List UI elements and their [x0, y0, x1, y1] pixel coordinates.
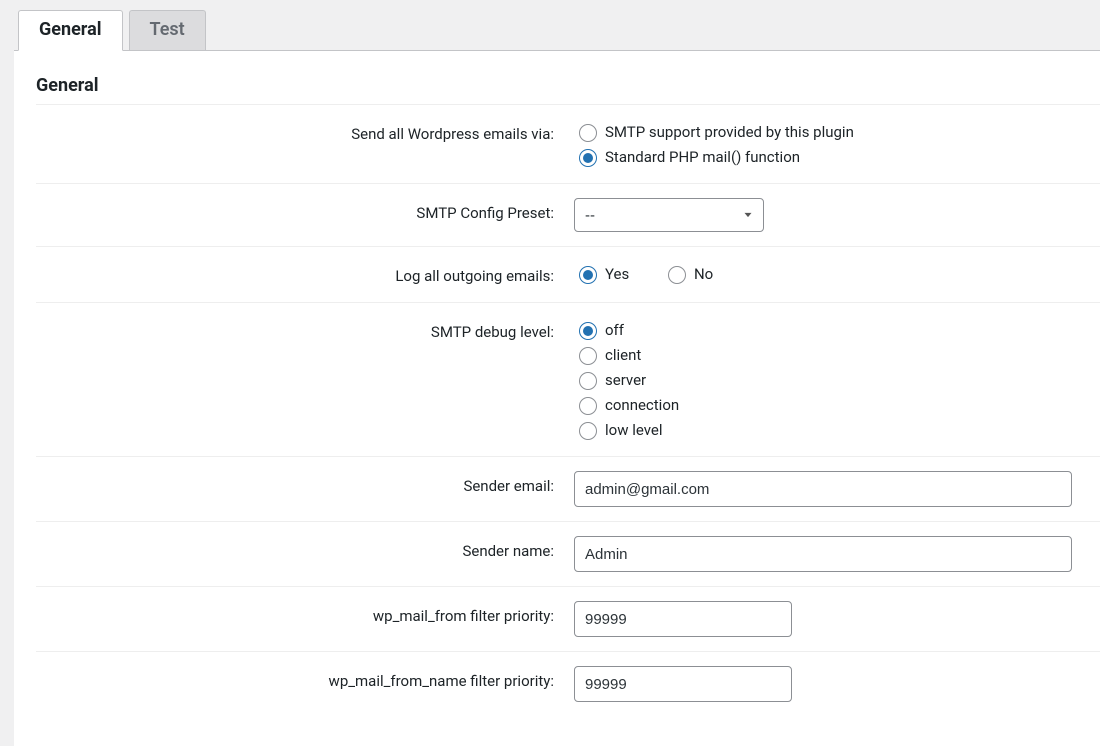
preset-field: -- — [574, 198, 1100, 232]
debug-radio-off[interactable] — [579, 322, 597, 340]
log-radio-yes[interactable] — [579, 266, 597, 284]
row-from-priority: wp_mail_from filter priority: — [36, 586, 1100, 651]
tab-general[interactable]: General — [18, 10, 123, 51]
preset-select[interactable]: -- — [574, 198, 764, 232]
row-sender-email: Sender email: — [36, 456, 1100, 521]
sender-email-input[interactable] — [574, 471, 1072, 507]
send-via-label: Send all Wordpress emails via: — [36, 119, 574, 143]
row-debug: SMTP debug level: off client server conn… — [36, 302, 1100, 456]
from-name-priority-field — [574, 666, 1100, 702]
send-via-radio-php[interactable] — [579, 149, 597, 167]
send-via-radio-smtp[interactable] — [579, 124, 597, 142]
debug-label: SMTP debug level: — [36, 317, 574, 341]
row-send-via: Send all Wordpress emails via: SMTP supp… — [36, 104, 1100, 183]
debug-radio-server[interactable] — [579, 372, 597, 390]
row-preset: SMTP Config Preset: -- — [36, 183, 1100, 246]
send-via-option-php[interactable]: Standard PHP mail() function — [574, 144, 1080, 169]
general-panel: General Send all Wordpress emails via: S… — [14, 50, 1100, 746]
preset-label: SMTP Config Preset: — [36, 198, 574, 222]
tabs: General Test — [18, 10, 1100, 50]
debug-text-server: server — [605, 371, 646, 389]
sender-name-input[interactable] — [574, 536, 1072, 572]
send-via-text-php: Standard PHP mail() function — [605, 148, 800, 166]
send-via-text-smtp: SMTP support provided by this plugin — [605, 123, 854, 141]
sender-email-field — [574, 471, 1100, 507]
log-text-yes: Yes — [605, 265, 629, 283]
row-sender-name: Sender name: — [36, 521, 1100, 586]
tab-test[interactable]: Test — [129, 10, 206, 50]
debug-text-connection: connection — [605, 396, 679, 414]
debug-option-server[interactable]: server — [574, 367, 1080, 392]
log-text-no: No — [694, 265, 713, 283]
debug-option-connection[interactable]: connection — [574, 392, 1080, 417]
log-option-no[interactable]: No — [663, 261, 713, 286]
send-via-field: SMTP support provided by this plugin Sta… — [574, 119, 1100, 169]
debug-text-lowlevel: low level — [605, 421, 662, 439]
row-log: Log all outgoing emails: Yes No — [36, 246, 1100, 302]
sender-name-field — [574, 536, 1100, 572]
debug-option-lowlevel[interactable]: low level — [574, 417, 1080, 442]
settings-page: General Test General Send all Wordpress … — [0, 0, 1100, 746]
debug-radio-client[interactable] — [579, 347, 597, 365]
from-priority-label: wp_mail_from filter priority: — [36, 601, 574, 625]
from-name-priority-input[interactable] — [574, 666, 792, 702]
tabs-container: General Test — [0, 0, 1100, 50]
log-option-yes[interactable]: Yes — [574, 261, 629, 286]
debug-text-off: off — [605, 321, 624, 339]
sender-email-label: Sender email: — [36, 471, 574, 495]
from-priority-input[interactable] — [574, 601, 792, 637]
debug-text-client: client — [605, 346, 641, 364]
debug-radio-connection[interactable] — [579, 397, 597, 415]
log-field: Yes No — [574, 261, 1100, 288]
from-priority-field — [574, 601, 1100, 637]
section-title: General — [14, 51, 1100, 104]
row-from-name-priority: wp_mail_from_name filter priority: — [36, 651, 1100, 716]
log-label: Log all outgoing emails: — [36, 261, 574, 285]
debug-field: off client server connection low level — [574, 317, 1100, 442]
from-name-priority-label: wp_mail_from_name filter priority: — [36, 666, 574, 690]
debug-option-off[interactable]: off — [574, 317, 1080, 342]
send-via-option-smtp[interactable]: SMTP support provided by this plugin — [574, 119, 1080, 144]
log-radio-no[interactable] — [668, 266, 686, 284]
sender-name-label: Sender name: — [36, 536, 574, 560]
debug-option-client[interactable]: client — [574, 342, 1080, 367]
debug-radio-lowlevel[interactable] — [579, 422, 597, 440]
